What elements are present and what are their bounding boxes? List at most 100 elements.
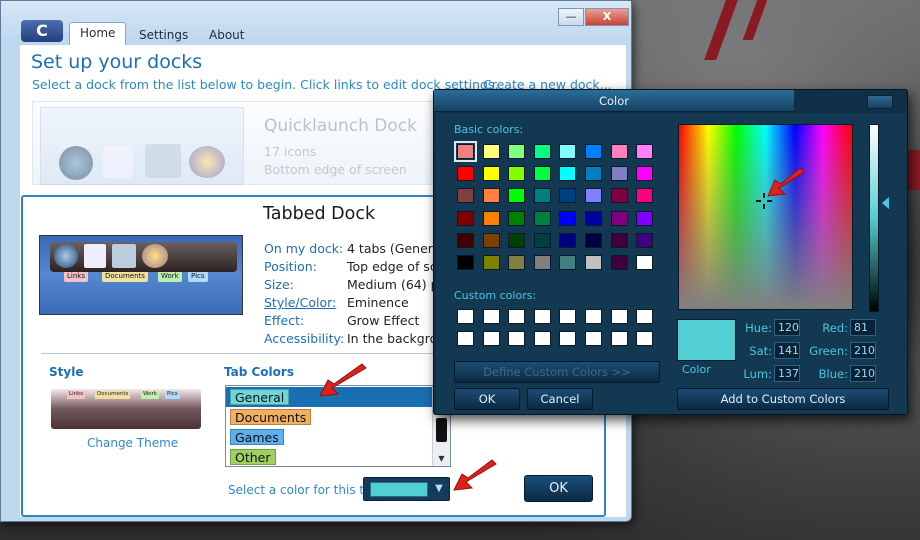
tab-home[interactable]: Home xyxy=(69,22,127,47)
basic-color-swatch[interactable] xyxy=(636,144,654,159)
basic-color-swatch[interactable] xyxy=(533,188,551,204)
basic-color-swatch[interactable] xyxy=(559,232,577,248)
custom-color-swatch[interactable] xyxy=(482,331,500,346)
define-custom-colors-button[interactable]: Define Custom Colors >> xyxy=(454,361,660,383)
basic-color-swatch[interactable] xyxy=(559,144,577,159)
custom-color-swatch[interactable] xyxy=(559,331,577,346)
scroll-thumb[interactable] xyxy=(436,418,447,442)
basic-color-swatch[interactable] xyxy=(508,166,526,182)
basic-color-swatch[interactable] xyxy=(636,166,654,182)
tab-color-dropdown[interactable]: ▼ xyxy=(363,477,450,501)
basic-color-swatch[interactable] xyxy=(457,232,474,248)
minimize-button[interactable]: — xyxy=(558,8,584,26)
basic-color-swatch[interactable] xyxy=(559,188,577,204)
tabbed-dock-thumbnail[interactable]: Links Documents Work Pics xyxy=(39,235,243,315)
red-label: Red: xyxy=(822,321,848,335)
dialog-close-button[interactable] xyxy=(867,95,893,109)
basic-color-swatch[interactable] xyxy=(533,144,551,159)
basic-color-swatch[interactable] xyxy=(457,188,474,204)
custom-color-swatch[interactable] xyxy=(610,331,628,346)
basic-color-swatch[interactable] xyxy=(508,188,526,204)
custom-color-swatch[interactable] xyxy=(508,309,526,324)
basic-color-swatch[interactable] xyxy=(610,255,628,270)
app-logo[interactable]: C xyxy=(21,20,63,42)
custom-color-swatch[interactable] xyxy=(508,331,526,346)
lum-field[interactable]: 137 xyxy=(774,365,800,382)
basic-color-swatch[interactable] xyxy=(508,255,526,270)
basic-color-swatch[interactable] xyxy=(533,166,551,182)
custom-color-swatch[interactable] xyxy=(482,309,500,324)
basic-color-swatch[interactable] xyxy=(457,255,474,270)
prop-label-contents: On my dock: xyxy=(264,241,344,256)
dialog-cancel-button[interactable]: Cancel xyxy=(527,388,593,410)
basic-color-swatch[interactable] xyxy=(610,166,628,182)
close-button[interactable]: X xyxy=(585,8,629,26)
basic-color-swatch[interactable] xyxy=(636,255,654,270)
basic-color-swatch[interactable] xyxy=(585,144,602,159)
basic-color-swatch[interactable] xyxy=(454,141,477,162)
hue-field[interactable]: 120 xyxy=(774,319,800,336)
basic-color-swatch[interactable] xyxy=(482,188,500,204)
custom-color-swatch[interactable] xyxy=(457,309,474,324)
theme-thumbnail[interactable]: Links Documents Work Pics xyxy=(51,389,201,429)
basic-color-swatch[interactable] xyxy=(482,232,500,248)
custom-color-swatch[interactable] xyxy=(585,309,602,324)
basic-color-swatch[interactable] xyxy=(585,166,602,182)
scroll-down-icon[interactable]: ▼ xyxy=(433,452,450,466)
basic-color-swatch[interactable] xyxy=(610,232,628,248)
add-to-custom-colors-button[interactable]: Add to Custom Colors xyxy=(677,388,889,410)
green-field[interactable]: 210 xyxy=(850,342,876,359)
basic-color-swatch[interactable] xyxy=(508,144,526,159)
custom-color-swatch[interactable] xyxy=(636,309,654,324)
style-color-link[interactable]: Style/Color: xyxy=(264,295,336,310)
tab-settings[interactable]: Settings xyxy=(129,25,198,47)
tab-about[interactable]: About xyxy=(199,25,254,47)
blue-field[interactable]: 210 xyxy=(850,365,876,382)
basic-color-swatch[interactable] xyxy=(636,188,654,204)
luminosity-slider[interactable] xyxy=(869,124,879,312)
basic-color-swatch[interactable] xyxy=(533,210,551,226)
basic-color-swatch[interactable] xyxy=(457,166,474,182)
basic-color-swatch[interactable] xyxy=(610,188,628,204)
basic-color-swatch[interactable] xyxy=(559,255,577,270)
custom-color-swatch[interactable] xyxy=(457,331,474,346)
basic-color-swatch[interactable] xyxy=(636,210,654,226)
dialog-ok-button[interactable]: OK xyxy=(454,388,520,410)
chevron-down-icon[interactable]: ▼ xyxy=(431,480,447,498)
basic-color-swatch[interactable] xyxy=(457,210,474,226)
list-item[interactable]: Documents xyxy=(226,407,432,427)
basic-color-swatch[interactable] xyxy=(636,232,654,248)
basic-color-swatch[interactable] xyxy=(559,166,577,182)
basic-color-swatch[interactable] xyxy=(610,144,628,159)
list-item[interactable]: Games xyxy=(226,427,432,447)
custom-color-swatch[interactable] xyxy=(533,331,551,346)
basic-color-swatch[interactable] xyxy=(482,144,500,159)
basic-color-swatch[interactable] xyxy=(508,232,526,248)
color-spectrum-picker[interactable] xyxy=(678,124,853,310)
basic-color-swatch[interactable] xyxy=(585,188,602,204)
change-theme-link[interactable]: Change Theme xyxy=(87,436,178,450)
custom-color-swatch[interactable] xyxy=(636,331,654,346)
ok-button[interactable]: OK xyxy=(524,475,593,502)
sat-field[interactable]: 141 xyxy=(774,342,800,359)
luminosity-slider-arrow-icon[interactable] xyxy=(882,197,889,209)
custom-color-swatch[interactable] xyxy=(610,309,628,324)
basic-color-swatch[interactable] xyxy=(482,166,500,182)
basic-color-swatch[interactable] xyxy=(610,210,628,226)
basic-color-swatch[interactable] xyxy=(585,210,602,226)
basic-color-swatch[interactable] xyxy=(559,210,577,226)
basic-color-swatch[interactable] xyxy=(533,232,551,248)
basic-color-swatch[interactable] xyxy=(585,232,602,248)
basic-color-swatch[interactable] xyxy=(585,255,602,270)
prop-label-effect: Effect: xyxy=(264,313,305,328)
basic-color-swatch[interactable] xyxy=(508,210,526,226)
custom-color-swatch[interactable] xyxy=(559,309,577,324)
instructions-text: Select a dock from the list below to beg… xyxy=(32,77,499,92)
basic-color-swatch[interactable] xyxy=(482,210,500,226)
basic-color-swatch[interactable] xyxy=(482,255,500,270)
list-item[interactable]: Other xyxy=(226,447,432,467)
basic-color-swatch[interactable] xyxy=(533,255,551,270)
red-field[interactable]: 81 xyxy=(850,319,876,336)
custom-color-swatch[interactable] xyxy=(585,331,602,346)
custom-color-swatch[interactable] xyxy=(533,309,551,324)
